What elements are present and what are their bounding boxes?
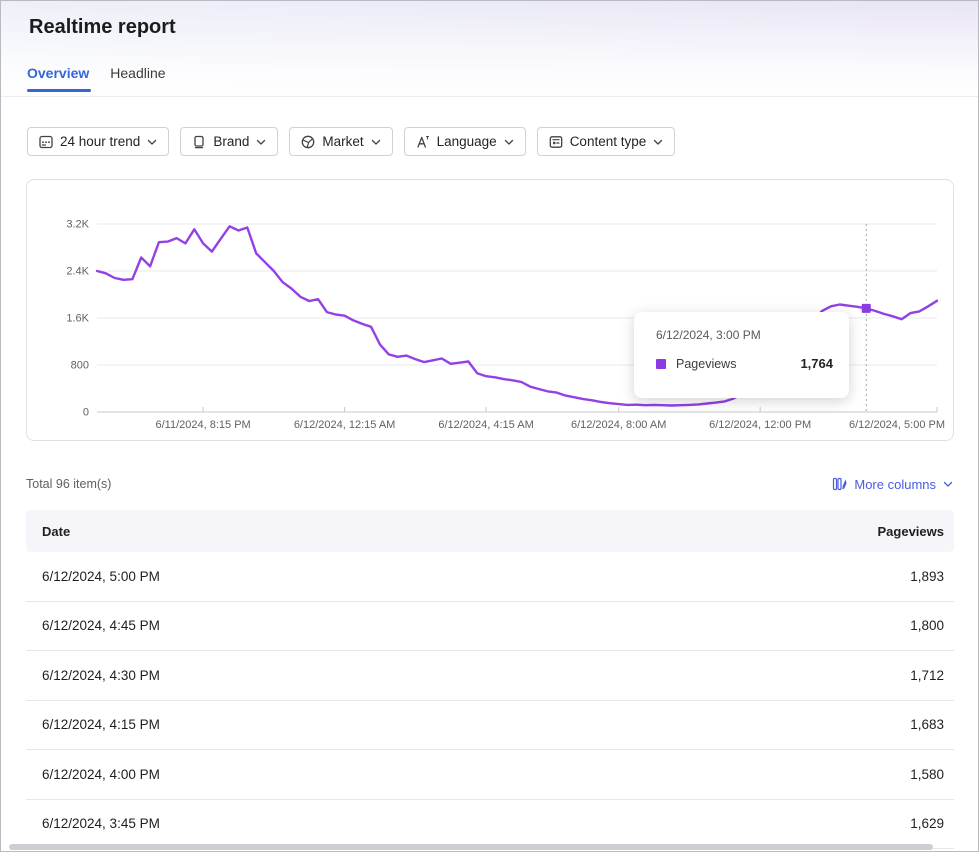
pageviews-trend-chart[interactable]: 3.2K 2.4K 1.6K 800 0 6/11/2024, 8:15 PM 6/12/2…: [26, 179, 954, 441]
x-axis-label: 6/12/2024, 12:15 AM: [294, 419, 396, 431]
series-swatch: [656, 359, 666, 369]
filter-label: Market: [322, 134, 363, 149]
y-axis-label: 2.4K: [66, 266, 89, 278]
horizontal-scrollbar-thumb[interactable]: [9, 844, 933, 850]
pageviews-cell: 1,800: [910, 618, 954, 633]
date-cell: 6/12/2024, 4:15 PM: [26, 717, 160, 732]
filter-label: Brand: [213, 134, 249, 149]
x-axis-label: 6/12/2024, 5:00 PM: [849, 419, 945, 431]
date-cell: 6/12/2024, 5:00 PM: [26, 569, 160, 584]
filter-label: Language: [437, 134, 497, 149]
chevron-down-icon: [942, 478, 954, 490]
filter-market[interactable]: Market: [289, 127, 392, 156]
date-cell: 6/12/2024, 4:30 PM: [26, 668, 160, 683]
calendar-trend-icon: [38, 134, 54, 150]
tab-overview-label: Overview: [27, 65, 89, 81]
x-axis-label: 6/11/2024, 8:15 PM: [156, 419, 251, 431]
tooltip-row: Pageviews 1,764: [656, 356, 833, 371]
y-axis-label: 800: [71, 360, 89, 372]
device-icon: [191, 134, 207, 150]
total-items-text: Total 96 item(s): [26, 477, 111, 491]
x-axis-label: 6/12/2024, 4:15 AM: [438, 419, 533, 431]
pageviews-cell: 1,893: [910, 569, 954, 584]
filter-language[interactable]: Language: [404, 127, 526, 156]
content-type-icon: [548, 134, 564, 150]
pageviews-table: Date Pageviews 6/12/2024, 5:00 PM1,8936/…: [26, 510, 954, 849]
chevron-down-icon: [652, 136, 664, 148]
date-cell: 6/12/2024, 4:45 PM: [26, 618, 160, 633]
y-axis-label: 0: [83, 407, 89, 419]
pageviews-cell: 1,683: [910, 717, 954, 732]
column-edit-icon: [832, 476, 848, 492]
y-axis-label: 3.2K: [66, 219, 89, 231]
table-body: 6/12/2024, 5:00 PM 1,893 6/12/2024, 4:45 P…: [26, 552, 954, 849]
filter-brand[interactable]: Brand: [180, 127, 278, 156]
tab-headline[interactable]: Headline: [110, 65, 165, 92]
filter-label: Content type: [570, 134, 647, 149]
chevron-down-icon: [503, 136, 515, 148]
filter-label: 24 hour trend: [60, 134, 140, 149]
chart-canvas: 3.2K 2.4K 1.6K 800 0 6/11/2024, 8:15 PM 6/12/2…: [27, 180, 955, 442]
table-row: 6/12/2024, 4:15 PM 1,683: [26, 701, 954, 751]
globe-icon: [300, 134, 316, 150]
filter-24-hour-trend[interactable]: 24 hour trend: [27, 127, 169, 156]
pageviews-cell: 1,629: [910, 816, 954, 831]
page-title: Realtime report: [29, 16, 176, 39]
y-axis-label: 1.6K: [66, 313, 89, 325]
column-header-date: Date: [26, 524, 70, 539]
tab-bar: Overview Headline: [27, 65, 166, 92]
chart-tooltip: 6/12/2024, 3:00 PM Pageviews 1,764: [634, 312, 849, 398]
tooltip-timestamp: 6/12/2024, 3:00 PM: [656, 328, 833, 342]
pageviews-cell: 1,712: [910, 668, 954, 683]
table-toolbar: Total 96 item(s) More columns: [26, 472, 954, 496]
x-axis-label: 6/12/2024, 8:00 AM: [571, 419, 666, 431]
tooltip-value: 1,764: [800, 356, 833, 371]
table-row: 6/12/2024, 4:30 PM 1,712: [26, 651, 954, 701]
column-header-pageviews: Pageviews: [878, 524, 955, 539]
table-row: 6/12/2024, 4:45 PM 1,800: [26, 602, 954, 652]
table-row: 6/12/2024, 3:45 PM 1,629: [26, 800, 954, 850]
filter-bar: 24 hour trend Brand Market: [27, 127, 675, 156]
realtime-report-page: Realtime report Overview Headline 24 hou…: [0, 0, 979, 852]
date-cell: 6/12/2024, 3:45 PM: [26, 816, 160, 831]
pageviews-cell: 1,580: [910, 767, 954, 782]
active-tab-indicator: [27, 89, 91, 92]
tab-overview[interactable]: Overview: [27, 65, 89, 92]
tooltip-series-name: Pageviews: [676, 357, 736, 371]
table-header-row: Date Pageviews: [26, 510, 954, 552]
chevron-down-icon: [370, 136, 382, 148]
chevron-down-icon: [255, 136, 267, 148]
table-row: 6/12/2024, 4:00 PM 1,580: [26, 750, 954, 800]
date-cell: 6/12/2024, 4:00 PM: [26, 767, 160, 782]
more-columns-label: More columns: [854, 477, 936, 492]
chevron-down-icon: [146, 136, 158, 148]
filter-content-type[interactable]: Content type: [537, 127, 676, 156]
more-columns-button[interactable]: More columns: [832, 476, 954, 492]
translate-icon: [415, 134, 431, 150]
highlight-marker: [862, 304, 871, 313]
table-row: 6/12/2024, 5:00 PM 1,893: [26, 552, 954, 602]
x-axis-label: 6/12/2024, 12:00 PM: [709, 419, 811, 431]
tab-headline-label: Headline: [110, 65, 165, 81]
page-header: Realtime report Overview Headline: [1, 1, 978, 97]
